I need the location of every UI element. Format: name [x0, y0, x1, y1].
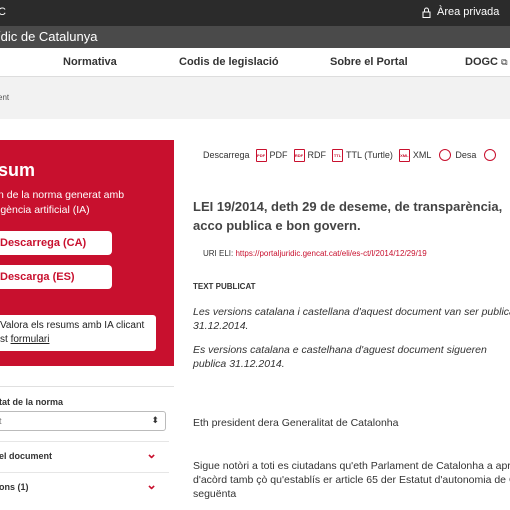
eli-label: URI ELI:: [203, 249, 234, 258]
ai-summary-panel: sum n de la norma generat amb igència ar…: [0, 140, 174, 366]
top-bar-text: C: [0, 6, 6, 18]
law-title: LEI 19/2014, deth 29 de deseme, de trans…: [193, 199, 503, 233]
publication-note-oc: Es versions catalana e castelhana d'ague…: [193, 344, 487, 370]
summary-description: n de la norma generat amb igència artifi…: [0, 189, 125, 216]
publication-note-ca: Les versions catalana i castellana d'aqu…: [193, 306, 510, 332]
breadcrumb-text[interactable]: ent: [0, 93, 9, 102]
main-nav: Normativa Codis de legislació Sobre el P…: [0, 48, 510, 77]
more-icon[interactable]: [484, 149, 497, 161]
rdf-file-icon[interactable]: RDF: [293, 148, 305, 162]
feedback-form-link[interactable]: formulari: [11, 334, 50, 345]
feedback-note: Valora els resums amb IA clicant st form…: [0, 315, 156, 351]
section-label: el document: [0, 451, 53, 461]
nav-item-normativa[interactable]: Normativa: [63, 56, 117, 68]
select-arrows-icon: ⬍: [151, 415, 159, 425]
chevron-down-icon: ⌄: [146, 477, 157, 492]
chevron-down-icon: ⌄: [146, 446, 157, 461]
feedback-prefix: st: [0, 334, 11, 345]
site-title[interactable]: ídic de Catalunya: [0, 29, 97, 44]
site-title-bar: ídic de Catalunya: [0, 26, 510, 48]
sidebar-section-document[interactable]: el document ⌄: [0, 441, 169, 472]
top-bar: C Àrea privada: [0, 0, 510, 26]
download-es-button[interactable]: Descarga (ES): [0, 265, 112, 289]
eli-link[interactable]: https://portaljuridic.gencat.cat/eli/es-…: [235, 249, 426, 258]
sidebar-section-versions[interactable]: ons (1) ⌄: [0, 472, 169, 503]
pdf-link[interactable]: PDF: [270, 150, 288, 160]
download-toolbar: Descarrega PDF PDF RDF RDF TTL TTL (Turtle)…: [203, 148, 500, 162]
filter-select-value: t: [0, 416, 2, 426]
filter-select[interactable]: t ⬍: [0, 411, 166, 431]
ttl-file-icon[interactable]: TTL: [332, 148, 344, 162]
rdf-link[interactable]: RDF: [308, 150, 327, 160]
feedback-line-1: Valora els resums amb IA clicant: [0, 320, 145, 331]
save-icon[interactable]: [439, 149, 452, 161]
nav-item-dogc-label: DOGC: [465, 56, 498, 68]
summary-heading: sum: [0, 160, 36, 180]
published-text-label: TEXT PUBLICAT: [193, 282, 256, 291]
nav-item-dogc[interactable]: DOGC ⧉: [465, 56, 508, 68]
private-area-link[interactable]: Àrea privada: [422, 6, 499, 18]
lock-icon: [422, 7, 431, 18]
xml-link[interactable]: XML: [413, 150, 432, 160]
breadcrumb: ent: [0, 77, 510, 119]
law-paragraph-2: Sigue notòri a toti es ciutadans qu'eth …: [193, 460, 510, 500]
filter-label: tat de la norma: [0, 397, 64, 407]
xml-file-icon[interactable]: XML: [398, 148, 410, 162]
download-ca-button[interactable]: Descarrega (CA): [0, 231, 112, 255]
nav-item-codis[interactable]: Codis de legislació: [179, 56, 279, 68]
save-link[interactable]: Desa: [455, 150, 476, 160]
feedback-line-2: st formulari: [0, 333, 150, 347]
external-link-icon: ⧉: [501, 57, 508, 67]
sidebar-filters: tat de la norma t ⬍ el document ⌄ ons (1…: [0, 386, 174, 492]
pdf-file-icon[interactable]: PDF: [255, 148, 267, 162]
private-area-label: Àrea privada: [437, 6, 500, 18]
download-label: Descarrega: [203, 150, 250, 160]
ttl-link[interactable]: TTL (Turtle): [346, 150, 393, 160]
law-paragraph-1: Eth president dera Generalitat de Catalo…: [193, 417, 399, 429]
eli-uri: URI ELI: https://portaljuridic.gencat.ca…: [203, 249, 427, 258]
nav-item-sobre[interactable]: Sobre el Portal: [330, 56, 408, 68]
section-label: ons (1): [0, 482, 29, 492]
